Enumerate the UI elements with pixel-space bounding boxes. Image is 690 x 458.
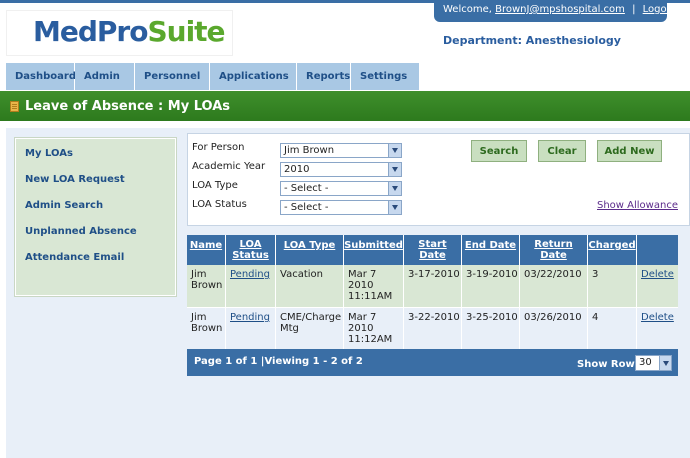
col-return-date[interactable]: Return Date <box>520 235 588 265</box>
document-icon <box>10 100 19 112</box>
col-end-date[interactable]: End Date <box>462 235 520 265</box>
delete-link[interactable]: Delete <box>641 312 674 323</box>
show-allowance-link[interactable]: Show Allowance <box>597 200 678 211</box>
loa-status-value: - Select - <box>284 202 329 213</box>
welcome-label: Welcome, <box>443 4 492 15</box>
year-value: 2010 <box>284 164 310 175</box>
nav-dashboard[interactable]: Dashboard <box>6 63 76 90</box>
loa-status-select[interactable]: - Select - <box>280 200 402 215</box>
col-submitted[interactable]: Submitted <box>344 235 404 265</box>
cell-return: 03/26/2010 <box>520 308 588 349</box>
table-row: Jim Brown Pending CME/Charge Mtg Mar 7 2… <box>187 307 678 349</box>
person-label: For Person <box>192 142 245 153</box>
cell-return: 03/22/2010 <box>520 265 588 307</box>
search-button[interactable]: Search <box>471 140 527 162</box>
loa-status-label: LOA Status <box>192 199 247 210</box>
add-new-button[interactable]: Add New <box>597 140 662 162</box>
sidebar-item-my-loas[interactable]: My LOAs <box>25 148 73 159</box>
col-loa-status[interactable]: LOA Status <box>226 235 276 265</box>
col-name[interactable]: Name <box>187 235 226 265</box>
page-title-bar: Leave of Absence : My LOAs <box>0 91 690 121</box>
cell-start: 3-17-2010 <box>404 265 462 307</box>
person-value: Jim Brown <box>284 145 335 156</box>
loa-type-label: LOA Type <box>192 180 238 191</box>
loa-table: Name LOA Status LOA Type Submitted Start… <box>187 235 678 376</box>
chevron-down-icon[interactable] <box>388 201 401 214</box>
page-info: Page 1 of 1 |Viewing 1 - 2 of 2 <box>194 356 363 367</box>
logo-area: MedProSuite <box>6 10 233 56</box>
cell-action: Delete <box>637 308 678 349</box>
status-link[interactable]: Pending <box>230 312 270 323</box>
year-label: Academic Year <box>192 161 266 172</box>
chevron-down-icon[interactable] <box>388 182 401 195</box>
cell-status: Pending <box>226 265 276 307</box>
col-loa-type[interactable]: LOA Type <box>276 235 344 265</box>
cell-end: 3-25-2010 <box>462 308 520 349</box>
search-panel: For Person Jim Brown Academic Year 2010 … <box>187 133 690 226</box>
col-actions <box>637 235 678 265</box>
cell-name: Jim Brown <box>187 265 226 307</box>
col-start-date[interactable]: Start Date <box>404 235 462 265</box>
nav-personnel[interactable]: Personnel <box>135 63 210 90</box>
cell-name: Jim Brown <box>187 308 226 349</box>
nav-applications[interactable]: Applications <box>210 63 297 90</box>
sidebar-item-attendance-email[interactable]: Attendance Email <box>25 252 124 263</box>
cell-type: Vacation <box>276 265 344 307</box>
sidebar-item-admin-search[interactable]: Admin Search <box>25 200 103 211</box>
table-row: Jim Brown Pending Vacation Mar 7 2010 11… <box>187 265 678 307</box>
separator: | <box>632 4 636 15</box>
main-nav: Dashboard Admin Personnel Applications R… <box>6 63 419 90</box>
table-header: Name LOA Status LOA Type Submitted Start… <box>187 235 678 265</box>
sidebar: My LOAs New LOA Request Admin Search Unp… <box>14 137 177 297</box>
cell-status: Pending <box>226 308 276 349</box>
cell-start: 3-22-2010 <box>404 308 462 349</box>
nav-settings[interactable]: Settings <box>351 63 419 90</box>
loa-type-select[interactable]: - Select - <box>280 181 402 196</box>
chevron-down-icon[interactable] <box>659 356 671 370</box>
cell-submitted: Mar 7 2010 11:12AM <box>344 308 404 349</box>
rows-per-page-value: 30 <box>639 357 652 368</box>
col-charged[interactable]: Charged <box>588 235 637 265</box>
sidebar-item-unplanned-absence[interactable]: Unplanned Absence <box>25 226 137 237</box>
cell-type: CME/Charge Mtg <box>276 308 344 349</box>
nav-admin[interactable]: Admin <box>75 63 135 90</box>
cell-charged: 3 <box>588 265 637 307</box>
cell-action: Delete <box>637 265 678 307</box>
nav-reports[interactable]: Reports <box>297 63 351 90</box>
chevron-down-icon[interactable] <box>388 144 401 157</box>
show-rows-label: Show Rows <box>577 359 641 370</box>
table-footer: Page 1 of 1 |Viewing 1 - 2 of 2 Show Row… <box>187 349 678 376</box>
department-label: Department: Anesthesiology <box>443 34 621 47</box>
app-logo[interactable]: MedProSuite <box>33 15 226 48</box>
sidebar-item-new-loa-request[interactable]: New LOA Request <box>25 174 125 185</box>
welcome-bar: Welcome, BrownJ@mpshospital.com | Logout <box>434 0 677 22</box>
cell-submitted: Mar 7 2010 11:11AM <box>344 265 404 307</box>
loa-type-value: - Select - <box>284 183 329 194</box>
logout-link[interactable]: Logout <box>643 4 677 15</box>
page-title: Leave of Absence : My LOAs <box>25 98 231 114</box>
cell-end: 3-19-2010 <box>462 265 520 307</box>
year-select[interactable]: 2010 <box>280 162 402 177</box>
delete-link[interactable]: Delete <box>641 269 674 280</box>
chevron-down-icon[interactable] <box>388 163 401 176</box>
person-select[interactable]: Jim Brown <box>280 143 402 158</box>
cell-charged: 4 <box>588 308 637 349</box>
user-email-link[interactable]: BrownJ@mpshospital.com <box>495 4 625 15</box>
content-area: My LOAs New LOA Request Admin Search Unp… <box>6 128 690 458</box>
clear-button[interactable]: Clear <box>538 140 586 162</box>
rows-per-page-select[interactable]: 30 <box>635 355 672 371</box>
status-link[interactable]: Pending <box>230 269 270 280</box>
